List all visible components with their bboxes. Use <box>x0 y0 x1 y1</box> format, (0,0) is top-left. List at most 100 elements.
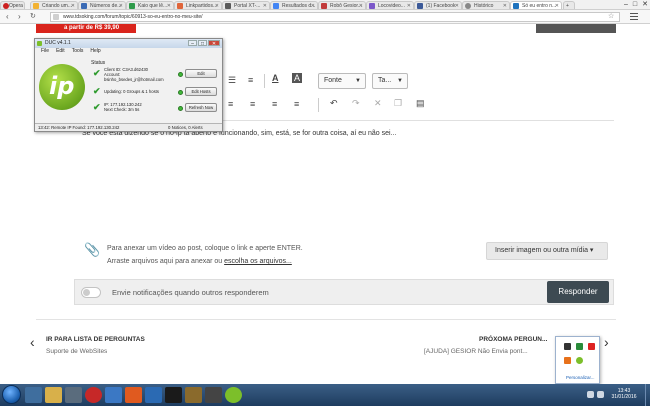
minimize-icon[interactable]: – <box>624 0 628 9</box>
copy-icon[interactable]: ❐ <box>394 98 402 109</box>
taskbar-app-icon[interactable] <box>165 387 182 403</box>
close-tab-icon[interactable]: ✕ <box>263 2 267 9</box>
maximize-icon[interactable]: □ <box>198 40 207 47</box>
tray-app-icon[interactable] <box>564 343 571 350</box>
prev-link-subtitle[interactable]: Suporte de WebSites <box>46 348 107 355</box>
noip-tray-icon[interactable] <box>576 357 583 364</box>
taskbar-media-icon[interactable] <box>65 387 82 403</box>
tab-10[interactable]: Histórico ✕ <box>462 1 510 9</box>
tab-8[interactable]: Locovideo... ✕ <box>366 1 414 9</box>
start-button[interactable] <box>2 385 21 404</box>
taskbar-opera-icon[interactable] <box>85 387 102 403</box>
attach-area[interactable]: 📎 Para anexar um vídeo ao post, coloque … <box>74 238 614 270</box>
close-icon[interactable]: ✕ <box>642 0 648 9</box>
maximize-icon[interactable]: □ <box>633 0 637 9</box>
edit-account-button[interactable]: Edit <box>185 69 217 78</box>
text-color-icon[interactable]: A <box>272 73 279 83</box>
bullet-list-icon[interactable]: ☰ <box>228 75 236 86</box>
tab-9[interactable]: (1) Facebook ✕ <box>414 1 462 9</box>
tab-4[interactable]: Linkpartidos... ✕ <box>174 1 222 9</box>
menu-tools[interactable]: Tools <box>72 48 84 55</box>
close-tab-icon[interactable]: ✕ <box>407 2 411 9</box>
post-editor[interactable]: Se você está dizendo se o no-ip tá abert… <box>74 120 614 232</box>
minimize-icon[interactable]: – <box>188 40 197 47</box>
chevron-right-icon[interactable]: › <box>604 334 609 350</box>
header-bar <box>536 24 616 33</box>
tab-opera-menu[interactable]: Opera <box>0 1 25 9</box>
tray-app-icon[interactable] <box>588 343 595 350</box>
notify-toggle[interactable] <box>81 287 101 298</box>
tray-app-icon[interactable] <box>564 357 571 364</box>
font-dropdown[interactable]: Fonte ▼ <box>318 73 366 89</box>
font-size-dropdown[interactable]: Ta... ▼ <box>372 73 408 89</box>
tab-11-active[interactable]: Só eu entro n... ✕ <box>510 1 562 9</box>
taskbar-ie-icon[interactable] <box>25 387 42 403</box>
close-tab-icon[interactable]: ✕ <box>455 2 459 9</box>
align-left-icon[interactable]: ≡ <box>228 99 233 109</box>
address-bar-row: ‹ › ↻ www.tdsoking.com/forum/topic/60913… <box>0 10 650 24</box>
edit-hosts-button[interactable]: Edit Hosts <box>185 87 217 96</box>
url-field[interactable]: www.tdsoking.com/forum/topic/60913-so-eu… <box>50 12 620 22</box>
numbered-list-icon[interactable]: ≡ <box>248 75 253 85</box>
taskbar-app-icon[interactable] <box>105 387 122 403</box>
close-tab-icon[interactable]: ✕ <box>167 2 171 9</box>
clock[interactable]: 13:43 31/01/2016 <box>608 388 640 400</box>
menu-icon[interactable] <box>630 13 638 22</box>
taskbar-app-icon[interactable] <box>205 387 222 403</box>
choose-files-link[interactable]: escolha os arquivos... <box>224 258 292 265</box>
menu-file[interactable]: File <box>41 48 49 55</box>
taskbar-app-icon[interactable] <box>125 387 142 403</box>
reply-button[interactable]: Responder <box>547 281 609 303</box>
close-tab-icon[interactable]: ✕ <box>119 2 123 9</box>
close-tab-icon[interactable]: ✕ <box>215 2 219 9</box>
tab-2[interactable]: Números de... ✕ <box>78 1 126 9</box>
cut-icon[interactable]: ✕ <box>374 98 382 109</box>
tab-3[interactable]: Kaio que lê... ✕ <box>126 1 174 9</box>
duc-row-ip: ✔ IP: 177.192.130.242 Next Check: 3m 5s … <box>93 101 219 116</box>
undo-icon[interactable]: ↶ <box>330 98 338 109</box>
price-badge[interactable]: a partir de R$ 39,90 <box>36 24 136 33</box>
reload-icon[interactable]: ↻ <box>30 12 36 21</box>
refresh-now-button[interactable]: Refresh Now <box>185 103 217 112</box>
taskbar-app-icon[interactable] <box>185 387 202 403</box>
tray-network-icon[interactable] <box>597 391 604 398</box>
tray-app-icon[interactable] <box>576 343 583 350</box>
show-desktop-button[interactable] <box>645 384 650 406</box>
paste-icon[interactable]: ▤ <box>416 98 425 109</box>
taskbar-app-icon[interactable] <box>145 387 162 403</box>
justify-icon[interactable]: ≡ <box>294 99 299 109</box>
tab-7[interactable]: Robô Gesior... ✕ <box>318 1 366 9</box>
taskbar-explorer-icon[interactable] <box>45 387 62 403</box>
taskbar-noip-icon[interactable] <box>225 387 242 403</box>
bookmark-star-icon[interactable]: ☆ <box>608 12 614 20</box>
redo-icon[interactable]: ↷ <box>352 98 360 109</box>
tab-6[interactable]: Resultados d... ✕ <box>270 1 318 9</box>
close-tab-icon[interactable]: ✕ <box>555 2 559 9</box>
duc-window: DUC v4.1.1 – □ ✕ File Edit Tools Help St… <box>34 38 223 132</box>
tray-flag-icon[interactable] <box>587 391 594 398</box>
back-icon[interactable]: ‹ <box>6 12 9 21</box>
align-center-icon[interactable]: ≡ <box>250 99 255 109</box>
close-tab-icon[interactable]: ✕ <box>71 2 75 9</box>
tab-1[interactable]: Criando um... ✕ <box>30 1 78 9</box>
insert-media-button[interactable]: Inserir imagem ou outra mídia ▾ <box>486 242 608 260</box>
close-tab-icon[interactable]: ✕ <box>359 2 363 9</box>
next-link-subtitle[interactable]: [AJUDA] GESIOR Não Envia pont... <box>424 348 528 355</box>
background-color-icon[interactable]: A <box>292 73 303 83</box>
close-tab-icon[interactable]: ✕ <box>503 2 507 9</box>
tab-5[interactable]: Portal XT-... ✕ <box>222 1 270 9</box>
forward-icon[interactable]: › <box>18 12 21 21</box>
plus-icon: + <box>566 3 569 9</box>
next-link-title[interactable]: PRÓXOMA PERGUN... <box>479 336 547 343</box>
chevron-left-icon[interactable]: ‹ <box>30 334 35 350</box>
align-right-icon[interactable]: ≡ <box>272 99 277 109</box>
close-tab-icon[interactable]: ✕ <box>311 2 315 9</box>
new-tab-button[interactable]: + <box>563 1 575 9</box>
status-led <box>178 106 183 111</box>
customize-link[interactable]: Personalizar... <box>566 375 595 380</box>
menu-help[interactable]: Help <box>90 48 100 55</box>
prev-link-title[interactable]: IR PARA LISTA DE PERGUNTAS <box>46 336 145 343</box>
duc-titlebar[interactable]: DUC v4.1.1 – □ ✕ <box>35 39 222 48</box>
menu-edit[interactable]: Edit <box>56 48 65 55</box>
close-icon[interactable]: ✕ <box>208 40 220 47</box>
